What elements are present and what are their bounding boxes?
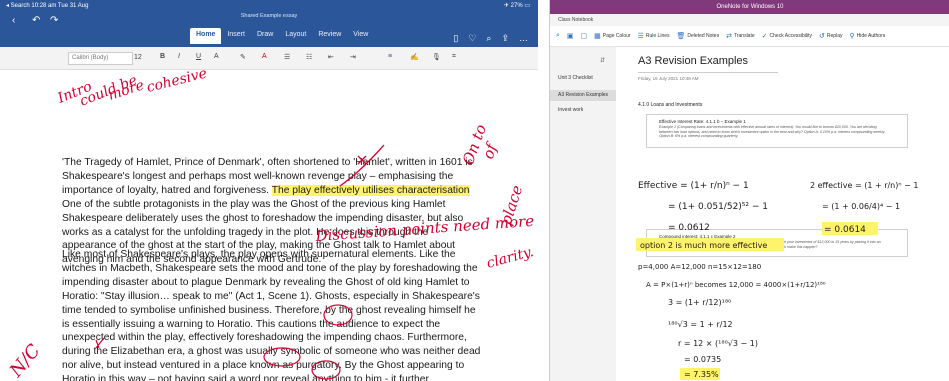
status-right: ✈ 27% ▭ <box>503 3 530 9</box>
translate-button[interactable]: ⇄ Translate <box>726 32 755 40</box>
title-underline <box>638 72 778 73</box>
card-2-body: Example 2 (Determining the compound inte… <box>659 240 881 249</box>
draw-icon[interactable]: ✍ <box>410 53 419 61</box>
replay-icon: ↺ <box>819 33 825 40</box>
document-page[interactable]: 'The Tragedy of Hamlet, Prince of Denmar… <box>0 70 538 381</box>
zoom-icon[interactable]: ⌕ <box>556 32 560 40</box>
undo-icon[interactable]: ↶ <box>32 15 40 26</box>
more-icon[interactable]: … <box>519 33 528 44</box>
word-header: ◂ Search 10:28 am Tue 31 Aug ✈ 27% ▭ Sha… <box>0 0 538 47</box>
tab-insert[interactable]: Insert <box>221 28 251 44</box>
window-title: OneNote for Windows 10 <box>550 0 949 14</box>
header-actions: ▯ ♡ ⌕ ⇪ … <box>453 33 528 44</box>
notebook-name[interactable]: Class Notebook <box>558 17 593 23</box>
section-heading: 4.1.0 Loans and Investments <box>638 102 703 108</box>
outdent-icon[interactable]: ⇥ <box>350 53 356 61</box>
onenote-app: OneNote for Windows 10 Class Notebook ⌕ … <box>549 0 949 381</box>
notebook-bar: Class Notebook <box>550 14 949 26</box>
word-app: ◂ Search 10:28 am Tue 31 Aug ✈ 27% ▭ Sha… <box>0 0 538 381</box>
example-card-2[interactable]: Compound interest: 4.1.1 c Example 2 Exa… <box>646 229 908 257</box>
tab-draw[interactable]: Draw <box>251 28 279 44</box>
numbering-icon[interactable]: ☷ <box>306 53 312 61</box>
card-1-title: Effective Interest Rate: 4.1.1 b – Examp… <box>659 119 746 124</box>
font-name-box[interactable]: Calibri (Body) <box>68 52 133 65</box>
page-item-invest[interactable]: Invest work <box>558 107 583 113</box>
status-bar: ◂ Search 10:28 am Tue 31 Aug ✈ 27% ▭ <box>0 0 538 12</box>
tab-home[interactable]: Home <box>190 28 222 44</box>
rule-lines-icon: ☰ <box>637 33 644 40</box>
read-aloud-icon[interactable]: ▯ <box>453 33 458 44</box>
bullets-icon[interactable]: ☰ <box>284 53 290 61</box>
paragraph-2: Like most of Shakespeare's plays, the pl… <box>62 249 481 381</box>
text-color-icon[interactable]: A <box>262 53 267 60</box>
card-2-title: Compound interest: 4.1.1 c Example 2 <box>659 234 736 239</box>
underline-icon[interactable]: U <box>196 53 201 60</box>
split-divider[interactable] <box>538 0 549 381</box>
accessibility-button[interactable]: ✓ Check Accessibility <box>762 32 812 40</box>
formatting-ribbon: Calibri (Body) 12 B I U A ✎ A ☰ ☷ ⇤ ⇥ ≡ … <box>0 47 538 70</box>
search-icon[interactable]: ⌕ <box>486 33 491 44</box>
share-icon[interactable]: ⇪ <box>501 33 509 44</box>
bold-icon[interactable]: B <box>160 53 165 60</box>
italic-icon[interactable]: I <box>178 53 180 60</box>
authors-icon: ⚲ <box>849 33 855 40</box>
trash-icon: 🗑 <box>676 33 686 40</box>
translate-icon: ⇄ <box>726 33 732 40</box>
tab-view[interactable]: View <box>347 28 374 44</box>
page-colour-icon: ▦ <box>594 33 601 40</box>
font-color-icon[interactable]: A <box>214 53 219 60</box>
back-icon[interactable]: ‹ <box>12 15 15 26</box>
rule-lines-button[interactable]: ☰ Rule Lines <box>638 32 670 40</box>
document-title: Shared Example essay <box>240 13 298 19</box>
card-1-body: Example 1 (Comparing loans and investmen… <box>659 125 886 139</box>
page-item-revision[interactable]: A3 Revision Examples <box>550 90 616 101</box>
indent-icon[interactable]: ⇤ <box>328 53 334 61</box>
page-list: ⇵ Unit 3 Checklist A3 Revision Examples … <box>550 47 617 381</box>
dictate-icon[interactable]: 🎙 <box>432 53 441 61</box>
highlight-icon[interactable]: ✎ <box>240 53 246 61</box>
view-toolbar: ⌕ ▣ ▢ ▦ Page Colour ☰ Rule Lines 🗑 Deleted … <box>550 26 949 47</box>
tab-layout[interactable]: Layout <box>279 28 312 44</box>
hide-authors-button[interactable]: ⚲ Hide Authors <box>849 32 885 40</box>
page-view-icon[interactable]: ▢ <box>581 32 588 40</box>
ribbon-tabs: Home Insert Draw Layout Review View <box>190 28 374 44</box>
accessibility-icon: ✓ <box>761 33 768 40</box>
page-colour-button[interactable]: ▦ Page Colour <box>594 32 630 40</box>
format-painter-icon[interactable]: ⌗ <box>452 53 456 61</box>
status-left: ◂ Search 10:28 am Tue 31 Aug <box>6 3 89 9</box>
page-item-checklist[interactable]: Unit 3 Checklist <box>558 75 593 81</box>
note-page[interactable]: A3 Revision Examples Friday, 16 July 202… <box>616 47 949 381</box>
save-icon[interactable]: ▣ <box>567 32 574 40</box>
redo-icon[interactable]: ↷ <box>50 15 58 26</box>
page-date: Friday, 16 July 2021 10:48 AM <box>638 76 699 81</box>
highlighted-text: The play effectively utilises characteri… <box>271 184 470 196</box>
lightbulb-icon[interactable]: ♡ <box>468 33 476 44</box>
deleted-notes-button[interactable]: 🗑 Deleted Notes <box>677 32 720 40</box>
sort-icon[interactable]: ⇵ <box>600 57 605 64</box>
page-title[interactable]: A3 Revision Examples <box>638 55 748 67</box>
example-card-1[interactable]: Effective Interest Rate: 4.1.1 b – Examp… <box>646 114 908 148</box>
styles-icon[interactable]: ≡ <box>388 53 392 60</box>
font-size-box[interactable]: 12 <box>134 52 152 63</box>
tab-review[interactable]: Review <box>312 28 347 44</box>
replay-button[interactable]: ↺ Replay <box>819 32 842 40</box>
